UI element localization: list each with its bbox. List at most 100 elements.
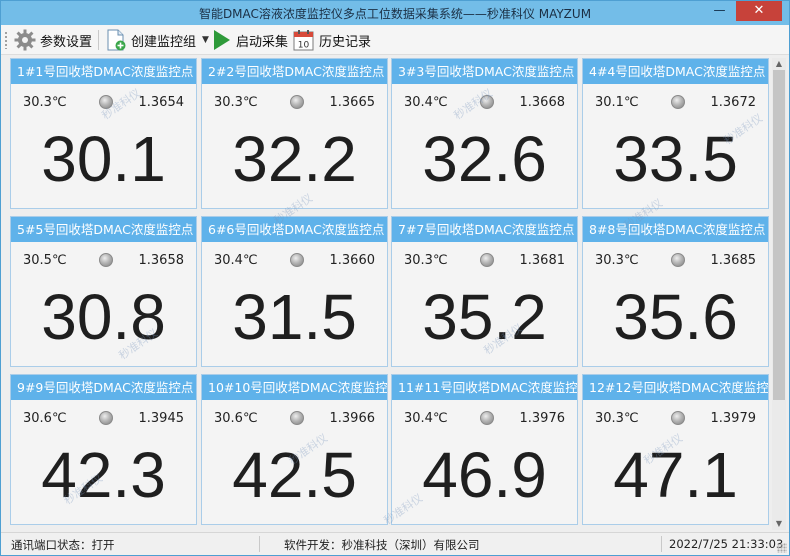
port-status: 通讯端口状态：打开 xyxy=(11,538,115,552)
status-led-icon xyxy=(290,411,304,425)
toolbar-separator xyxy=(98,30,99,50)
card-title: 1#1号回收塔DMAC浓度监控点 xyxy=(11,59,196,84)
settings-label: 参数设置 xyxy=(40,34,93,50)
monitor-card[interactable]: 8#8号回收塔DMAC浓度监控点 30.3℃ 1.3685 35.6 xyxy=(582,216,769,367)
create-group-button[interactable]: 创建监控组 ▼ xyxy=(104,27,209,53)
temperature-value: 30.6℃ xyxy=(214,411,258,426)
temperature-value: 30.4℃ xyxy=(214,253,258,268)
window-title: 智能DMAC溶液浓度监控仪多点工位数据采集系统——秒准科仪 MAYZUM xyxy=(198,7,592,21)
status-led-icon xyxy=(671,253,685,267)
create-group-label: 创建监控组 xyxy=(131,34,197,50)
monitor-card[interactable]: 3#3号回收塔DMAC浓度监控点 30.4℃ 1.3668 32.6 xyxy=(391,58,578,209)
card-title: 3#3号回收塔DMAC浓度监控点 xyxy=(392,59,577,84)
monitor-card[interactable]: 11#11号回收塔DMAC浓度监控点 30.4℃ 1.3976 46.9 xyxy=(391,374,578,525)
status-led-icon xyxy=(290,253,304,267)
monitor-card[interactable]: 6#6号回收塔DMAC浓度监控点 30.4℃ 1.3660 31.5 xyxy=(201,216,388,367)
toolbar-grip[interactable] xyxy=(4,31,8,49)
history-button[interactable]: 10 历史记录 xyxy=(292,27,371,53)
chevron-down-icon[interactable]: ▼ xyxy=(202,35,209,45)
refractive-index-value: 1.3976 xyxy=(519,411,566,426)
status-led-icon xyxy=(480,411,494,425)
concentration-value: 47.1 xyxy=(613,439,738,511)
card-title: 5#5号回收塔DMAC浓度监控点 xyxy=(11,217,196,242)
developer-info: 软件开发：秒准科技（深圳）有限公司 xyxy=(284,538,480,552)
concentration-value: 35.2 xyxy=(422,281,547,353)
card-title: 10#10号回收塔DMAC浓度监控点 xyxy=(202,375,387,400)
title-bar: 智能DMAC溶液浓度监控仪多点工位数据采集系统——秒准科仪 MAYZUM — ✕ xyxy=(1,1,789,25)
card-title: 4#4号回收塔DMAC浓度监控点 xyxy=(583,59,768,84)
svg-text:10: 10 xyxy=(298,41,310,51)
temperature-value: 30.5℃ xyxy=(23,253,67,268)
concentration-value: 32.2 xyxy=(232,123,357,195)
refractive-index-value: 1.3945 xyxy=(138,411,185,426)
temperature-value: 30.4℃ xyxy=(404,411,448,426)
settings-button[interactable]: 参数设置 xyxy=(13,27,92,53)
resize-grip[interactable] xyxy=(777,543,787,553)
refractive-index-value: 1.3658 xyxy=(138,253,185,268)
concentration-value: 46.9 xyxy=(422,439,547,511)
concentration-value: 32.6 xyxy=(422,123,547,195)
status-led-icon xyxy=(290,95,304,109)
status-led-icon xyxy=(99,95,113,109)
status-bar: 通讯端口状态：打开 软件开发：秒准科技（深圳）有限公司 2022/7/25 21… xyxy=(1,532,789,555)
refractive-index-value: 1.3668 xyxy=(519,95,566,110)
concentration-value: 31.5 xyxy=(232,281,357,353)
card-title: 7#7号回收塔DMAC浓度监控点 xyxy=(392,217,577,242)
concentration-value: 35.6 xyxy=(613,281,738,353)
refractive-index-value: 1.3681 xyxy=(519,253,566,268)
datetime: 2022/7/25 21:33:03 xyxy=(669,537,784,551)
temperature-value: 30.3℃ xyxy=(595,411,639,426)
monitor-card[interactable]: 1#1号回收塔DMAC浓度监控点 30.3℃ 1.3654 30.1 xyxy=(10,58,197,209)
temperature-value: 30.4℃ xyxy=(404,95,448,110)
scroll-up-icon[interactable]: ▲ xyxy=(772,58,786,70)
refractive-index-value: 1.3979 xyxy=(710,411,757,426)
app-window: 智能DMAC溶液浓度监控仪多点工位数据采集系统——秒准科仪 MAYZUM — ✕ xyxy=(0,0,790,556)
history-label: 历史记录 xyxy=(319,34,372,50)
monitor-card[interactable]: 10#10号回收塔DMAC浓度监控点 30.6℃ 1.3966 42.5 xyxy=(201,374,388,525)
concentration-value: 33.5 xyxy=(613,123,738,195)
refractive-index-value: 1.3654 xyxy=(138,95,185,110)
temperature-value: 30.1℃ xyxy=(595,95,639,110)
monitor-card[interactable]: 12#12号回收塔DMAC浓度监控点 30.3℃ 1.3979 47.1 xyxy=(582,374,769,525)
status-led-icon xyxy=(671,411,685,425)
monitor-card[interactable]: 5#5号回收塔DMAC浓度监控点 30.5℃ 1.3658 30.8 xyxy=(10,216,197,367)
refractive-index-value: 1.3966 xyxy=(329,411,376,426)
monitor-grid: 1#1号回收塔DMAC浓度监控点 30.3℃ 1.3654 30.1 2#2号回收塔DM… xyxy=(10,58,772,530)
status-separator xyxy=(661,536,662,552)
monitor-card[interactable]: 4#4号回收塔DMAC浓度监控点 30.1℃ 1.3672 33.5 xyxy=(582,58,769,209)
start-collection-button[interactable]: 启动采集 xyxy=(209,27,288,53)
close-button[interactable]: ✕ xyxy=(736,1,782,21)
status-led-icon xyxy=(480,253,494,267)
temperature-value: 30.3℃ xyxy=(23,95,67,110)
card-title: 8#8号回收塔DMAC浓度监控点 xyxy=(583,217,768,242)
vertical-scrollbar[interactable]: ▲ ▼ xyxy=(772,58,786,530)
scroll-down-icon[interactable]: ▼ xyxy=(772,518,786,530)
status-led-icon xyxy=(671,95,685,109)
refractive-index-value: 1.3660 xyxy=(329,253,376,268)
status-separator xyxy=(259,536,260,552)
concentration-value: 42.5 xyxy=(232,439,357,511)
new-document-icon xyxy=(104,28,128,52)
temperature-value: 30.3℃ xyxy=(595,253,639,268)
monitor-card[interactable]: 7#7号回收塔DMAC浓度监控点 30.3℃ 1.3681 35.2 xyxy=(391,216,578,367)
calendar-icon: 10 xyxy=(292,28,316,52)
scroll-thumb[interactable] xyxy=(773,70,785,400)
toolbar: 参数设置 创建监控组 ▼ 启动采集 10 历史记录 xyxy=(1,25,789,55)
temperature-value: 30.3℃ xyxy=(404,253,448,268)
monitor-card[interactable]: 9#9号回收塔DMAC浓度监控点 30.6℃ 1.3945 42.3 xyxy=(10,374,197,525)
concentration-value: 42.3 xyxy=(41,439,166,511)
status-led-icon xyxy=(99,411,113,425)
card-title: 6#6号回收塔DMAC浓度监控点 xyxy=(202,217,387,242)
start-collection-label: 启动采集 xyxy=(236,34,289,50)
concentration-value: 30.8 xyxy=(41,281,166,353)
temperature-value: 30.6℃ xyxy=(23,411,67,426)
refractive-index-value: 1.3665 xyxy=(329,95,376,110)
card-title: 11#11号回收塔DMAC浓度监控点 xyxy=(392,375,577,400)
temperature-value: 30.3℃ xyxy=(214,95,258,110)
monitor-card[interactable]: 2#2号回收塔DMAC浓度监控点 30.3℃ 1.3665 32.2 xyxy=(201,58,388,209)
minimize-button[interactable]: — xyxy=(706,1,733,21)
play-icon xyxy=(209,28,233,52)
concentration-value: 30.1 xyxy=(41,123,166,195)
card-title: 9#9号回收塔DMAC浓度监控点 xyxy=(11,375,196,400)
refractive-index-value: 1.3672 xyxy=(710,95,757,110)
